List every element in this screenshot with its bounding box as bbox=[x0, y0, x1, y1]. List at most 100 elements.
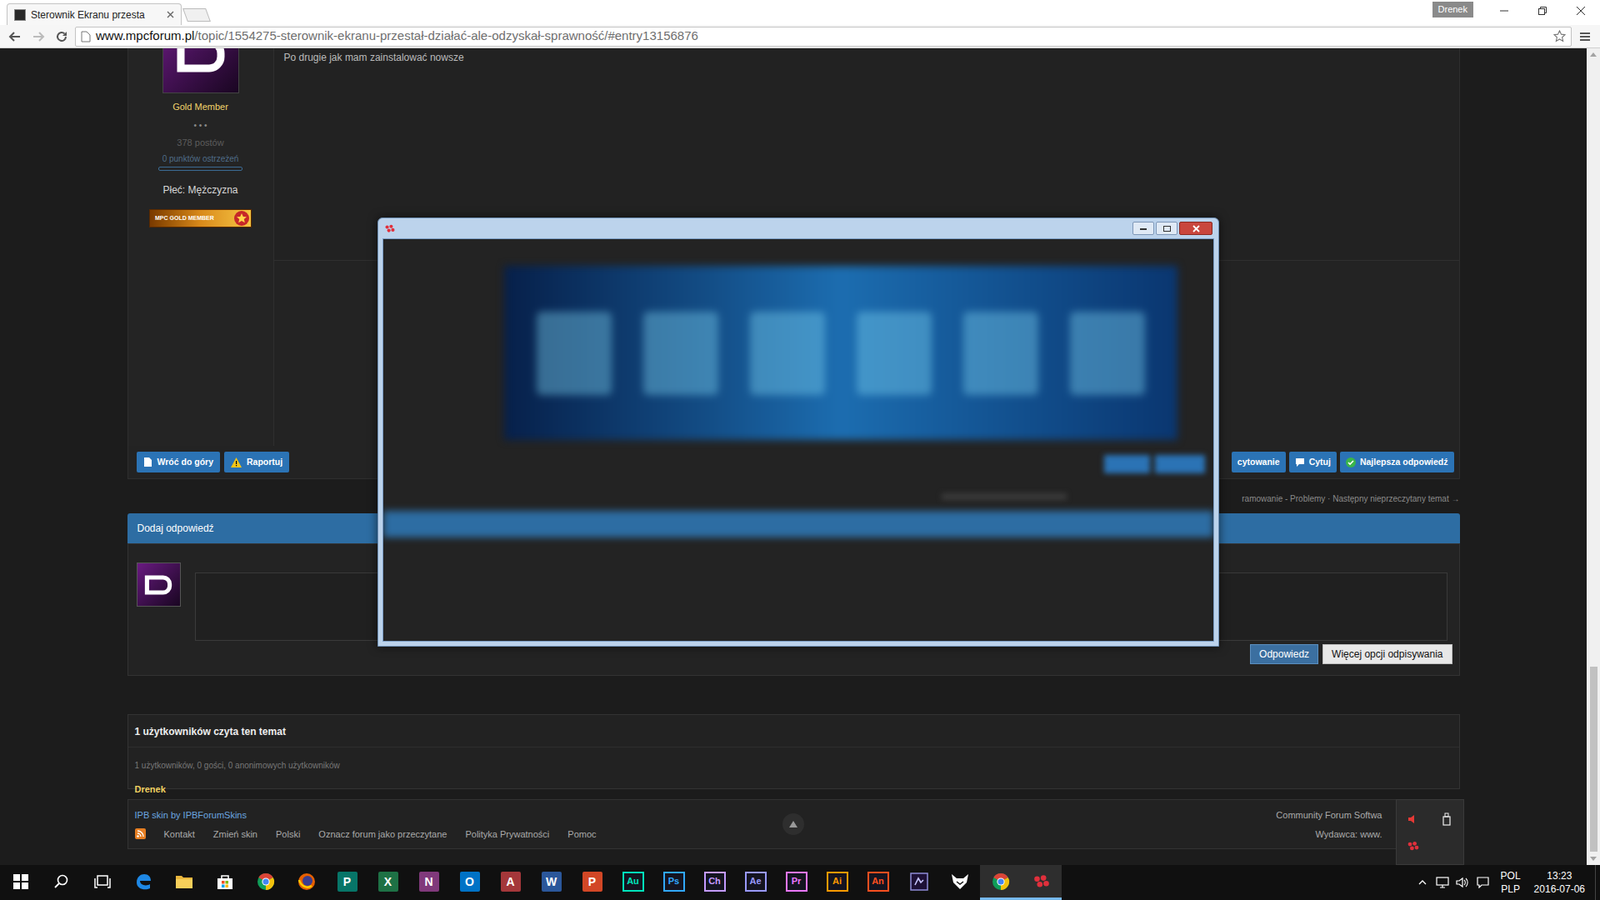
taskbar-item[interactable]: P bbox=[326, 865, 368, 900]
post-author: Gold Member • • • 378 postów 0 punktów o… bbox=[128, 48, 275, 446]
taskbar-item[interactable]: O bbox=[449, 865, 490, 900]
taskbar-item[interactable] bbox=[245, 865, 286, 900]
footer-link[interactable]: Polityka Prywatności bbox=[465, 827, 550, 842]
app-cluster-icon bbox=[384, 224, 396, 234]
chrome-icon bbox=[256, 872, 275, 891]
taskbar-item[interactable]: Ae bbox=[735, 865, 776, 900]
taskbar-item[interactable] bbox=[81, 865, 123, 900]
media-encoder-icon bbox=[910, 872, 929, 891]
quote-icon bbox=[1295, 457, 1305, 467]
window-minimize-icon[interactable] bbox=[1132, 221, 1155, 235]
post-action-button[interactable]: cytowanie bbox=[1231, 451, 1286, 473]
bookmark-star-icon[interactable] bbox=[1553, 30, 1566, 43]
post-action-button[interactable]: Raportuj bbox=[224, 451, 290, 473]
browser-tab[interactable]: Sterownik Ekranu przesta bbox=[6, 3, 182, 25]
warning-bar bbox=[158, 166, 243, 171]
app-tile: An bbox=[867, 871, 890, 892]
profile-button[interactable]: Drenek bbox=[1432, 1, 1474, 18]
tray-overflow-popup bbox=[1395, 799, 1465, 865]
fox-head-icon bbox=[950, 873, 970, 890]
footer-link[interactable]: Polski bbox=[275, 827, 300, 842]
taskbar-item[interactable] bbox=[898, 865, 940, 900]
taskbar-item[interactable]: Ai bbox=[816, 865, 858, 900]
footer-link[interactable]: Kontakt bbox=[164, 827, 195, 842]
favicon-icon bbox=[14, 9, 26, 21]
taskbar-item[interactable]: Au bbox=[612, 865, 654, 900]
taskbar-item[interactable]: A bbox=[490, 865, 531, 900]
firefox-icon bbox=[297, 872, 316, 891]
footer-link[interactable]: Oznacz forum jako przeczytane bbox=[318, 827, 447, 842]
app-tile: A bbox=[500, 871, 521, 892]
taskbar-item[interactable] bbox=[163, 865, 205, 900]
taskbar-item[interactable]: N bbox=[408, 865, 450, 900]
footer-link[interactable]: Zmień skin bbox=[213, 827, 258, 842]
menu-icon[interactable] bbox=[1575, 30, 1595, 43]
minimize-icon[interactable] bbox=[1485, 0, 1524, 22]
address-bar[interactable]: www.mpcforum.pl/topic/1554275-sterownik-… bbox=[75, 26, 1572, 47]
window-maximize-icon[interactable] bbox=[1155, 221, 1178, 235]
reply-button[interactable]: Więcej opcji odpisywania bbox=[1322, 644, 1452, 665]
close-tab-icon[interactable] bbox=[166, 10, 175, 19]
taskbar-item[interactable] bbox=[980, 865, 1021, 900]
warning-points: 0 punktów ostrzeżeń bbox=[162, 152, 240, 165]
post-count: 378 postów bbox=[176, 135, 224, 150]
taskbar-item[interactable] bbox=[0, 865, 41, 900]
window-close-icon[interactable] bbox=[1179, 221, 1213, 235]
taskbar-item[interactable]: P bbox=[571, 865, 613, 900]
rss-icon[interactable] bbox=[135, 828, 146, 840]
system-tray: POL PLP 13:23 2016-07-06 bbox=[1412, 865, 1600, 900]
page-icon bbox=[143, 456, 153, 468]
app-tile: P bbox=[337, 871, 358, 892]
taskbar-item[interactable] bbox=[122, 865, 164, 900]
taskbar-item[interactable] bbox=[40, 865, 82, 900]
notifications-icon[interactable] bbox=[1472, 876, 1495, 889]
volume-icon[interactable] bbox=[1452, 876, 1473, 889]
new-tab-button[interactable] bbox=[182, 8, 211, 22]
scroll-top-icon[interactable] bbox=[782, 813, 805, 835]
page-icon bbox=[80, 30, 91, 43]
taskbar-item[interactable]: Ch bbox=[694, 865, 735, 900]
speaker-icon[interactable] bbox=[1407, 813, 1420, 825]
network-icon[interactable] bbox=[1432, 876, 1453, 889]
taskbar-item[interactable]: Ps bbox=[653, 865, 695, 900]
scrollbar[interactable] bbox=[1586, 48, 1600, 865]
taskbar-item[interactable]: An bbox=[857, 865, 899, 900]
app-cluster-icon[interactable] bbox=[1406, 840, 1420, 852]
forward-icon[interactable] bbox=[28, 30, 49, 44]
window-titlebar[interactable] bbox=[382, 218, 1215, 239]
reply-button[interactable]: Odpowiedz bbox=[1250, 644, 1319, 665]
taskbar: PXNOAWPAuPsChAePrAiAn POL PLP 13:23 2016… bbox=[0, 865, 1600, 900]
taskbar-item[interactable]: X bbox=[367, 865, 409, 900]
user-avatar[interactable] bbox=[162, 48, 240, 94]
rank-dots: • • • bbox=[193, 119, 207, 132]
taskbar-item[interactable]: W bbox=[530, 865, 572, 900]
back-icon[interactable] bbox=[5, 30, 25, 44]
app-tile: Ch bbox=[704, 871, 726, 892]
image-viewer-window[interactable] bbox=[377, 217, 1220, 647]
clock[interactable]: 13:23 2016-07-06 bbox=[1527, 869, 1592, 896]
taskbar-item[interactable] bbox=[1020, 865, 1062, 900]
taskbar-item[interactable] bbox=[285, 865, 327, 900]
post-action-button[interactable]: Cytuj bbox=[1289, 451, 1337, 473]
taskbar-item[interactable] bbox=[939, 865, 980, 900]
topic-navigation[interactable]: ramowanie - Problemy · Następny nieprzec… bbox=[1241, 492, 1460, 505]
reader-user[interactable]: Drenek bbox=[135, 782, 166, 797]
reload-icon[interactable] bbox=[51, 30, 72, 44]
footer-link[interactable]: Pomoc bbox=[567, 827, 596, 842]
close-icon[interactable] bbox=[1561, 0, 1600, 22]
readers-box: 1 użytkowników czyta ten temat 1 użytkow… bbox=[127, 714, 1460, 790]
scrollbar-thumb[interactable] bbox=[1590, 666, 1598, 852]
skin-credit[interactable]: IPB skin by IPBForumSkins bbox=[135, 808, 784, 823]
app-tile: X bbox=[378, 871, 399, 892]
taskbar-item[interactable]: Pr bbox=[775, 865, 817, 900]
post-action-button[interactable]: Wróć do góry bbox=[136, 451, 220, 473]
post-action-button[interactable]: Najlepsza odpowiedź bbox=[1340, 451, 1455, 473]
app-tile: O bbox=[460, 871, 480, 892]
badge-star-icon bbox=[234, 210, 250, 226]
taskbar-item[interactable] bbox=[204, 865, 245, 900]
restore-icon[interactable] bbox=[1523, 0, 1562, 22]
show-desktop[interactable] bbox=[1595, 865, 1600, 900]
usb-icon[interactable] bbox=[1442, 812, 1451, 826]
tray-chevron-icon[interactable] bbox=[1412, 880, 1433, 885]
input-language[interactable]: POL PLP bbox=[1494, 869, 1528, 896]
